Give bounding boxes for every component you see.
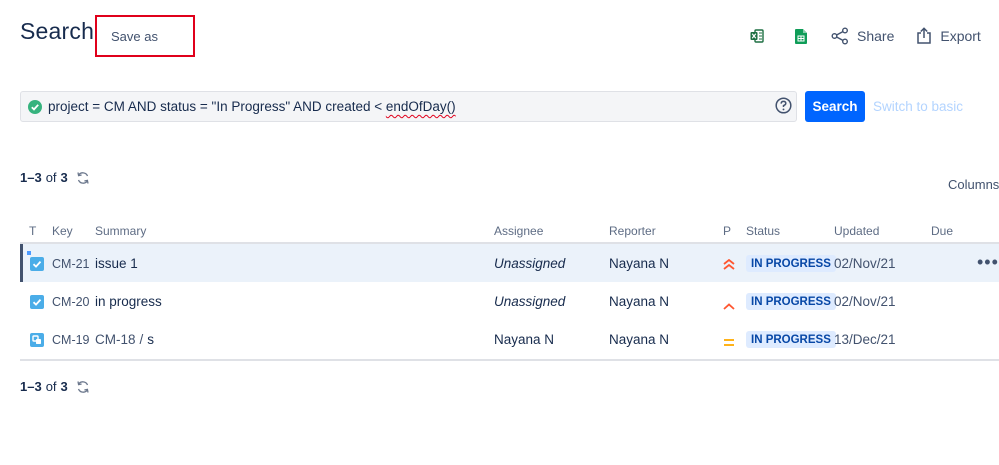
parent-separator: /: [139, 332, 144, 347]
results-range: 1–3: [20, 379, 42, 394]
results-of-label: of: [45, 379, 57, 394]
column-header-reporter[interactable]: Reporter: [609, 224, 656, 238]
updated-cell: 02/Nov/21: [834, 294, 896, 309]
results-count-bottom: 1–3 of 3: [20, 379, 90, 394]
page-title: Search: [20, 18, 95, 44]
priority-highest-icon: [723, 258, 735, 273]
column-header-updated[interactable]: Updated: [834, 224, 879, 238]
status-badge: IN PROGRESS: [746, 293, 836, 310]
refresh-icon[interactable]: [76, 380, 90, 394]
google-sheets-export-icon[interactable]: [795, 28, 807, 44]
export-button[interactable]: Export: [916, 27, 981, 45]
priority-medium-icon: [723, 335, 735, 350]
jql-query-text: project = CM AND status = "In Progress" …: [48, 99, 456, 114]
issue-summary-link[interactable]: s: [147, 332, 154, 347]
issue-summary-link[interactable]: issue 1: [95, 256, 138, 271]
column-header-status[interactable]: Status: [746, 224, 780, 238]
column-header-due[interactable]: Due: [931, 224, 953, 238]
column-header-priority[interactable]: P: [723, 224, 731, 238]
updated-cell: 02/Nov/21: [834, 256, 896, 271]
task-icon: [30, 295, 44, 312]
jql-query-prefix: project = CM AND status = "In Progress" …: [48, 99, 386, 114]
results-total: 3: [60, 170, 68, 185]
export-label: Export: [940, 28, 981, 44]
focus-marker: [27, 251, 31, 255]
valid-query-check-icon: [28, 99, 42, 114]
column-header-key[interactable]: Key: [52, 224, 73, 238]
row-actions-button[interactable]: •••: [977, 252, 999, 273]
results-of-label: of: [45, 170, 57, 185]
parent-issue-link[interactable]: CM-18: [95, 332, 136, 347]
jql-function-token: endOfDay(): [385, 99, 456, 114]
issue-summary-link[interactable]: in progress: [95, 294, 162, 309]
results-range: 1–3: [20, 170, 42, 185]
status-badge: IN PROGRESS: [746, 331, 836, 348]
columns-button[interactable]: Columns: [948, 177, 999, 192]
column-header-type[interactable]: T: [29, 224, 36, 238]
top-actions: Share Export: [750, 24, 981, 48]
issue-key-link[interactable]: CM-21: [52, 257, 90, 271]
assignee-cell: Unassigned: [494, 294, 566, 309]
table-row[interactable]: CM-19 CM-18/s Nayana N Nayana N IN PROGR…: [20, 320, 999, 358]
excel-export-icon[interactable]: [750, 29, 764, 43]
subtask-icon: [30, 333, 44, 350]
switch-to-basic-link[interactable]: Switch to basic: [873, 99, 963, 114]
results-total: 3: [60, 379, 68, 394]
column-header-summary[interactable]: Summary: [95, 224, 146, 238]
assignee-cell: Nayana N: [494, 332, 555, 347]
save-as-button[interactable]: Save as: [95, 15, 195, 57]
table-row[interactable]: CM-20 in progress Unassigned Nayana N IN…: [20, 282, 999, 320]
assignee-cell: Unassigned: [494, 256, 566, 271]
issue-key-link[interactable]: CM-19: [52, 333, 90, 347]
reporter-cell: Nayana N: [609, 256, 670, 271]
results-count-top: 1–3 of 3: [20, 170, 90, 185]
export-icon: [917, 27, 932, 44]
refresh-icon[interactable]: [76, 171, 90, 185]
share-label: Share: [857, 28, 895, 44]
table-bottom-divider: [20, 359, 999, 361]
column-header-assignee[interactable]: Assignee: [494, 224, 543, 238]
share-button[interactable]: Share: [831, 27, 894, 45]
table-row[interactable]: CM-21 issue 1 Unassigned Nayana N IN PRO…: [20, 244, 999, 282]
issue-summary-cell: CM-18/s: [95, 332, 154, 347]
search-button[interactable]: Search: [805, 91, 865, 122]
priority-high-icon: [723, 298, 735, 313]
reporter-cell: Nayana N: [609, 332, 670, 347]
updated-cell: 13/Dec/21: [834, 332, 896, 347]
task-icon: [30, 257, 44, 274]
jql-input[interactable]: project = CM AND status = "In Progress" …: [20, 91, 797, 122]
selected-row-indicator: [20, 244, 23, 282]
issue-key-link[interactable]: CM-20: [52, 295, 90, 309]
reporter-cell: Nayana N: [609, 294, 670, 309]
share-icon: [831, 27, 848, 45]
status-badge: IN PROGRESS: [746, 255, 836, 272]
help-icon[interactable]: [775, 97, 792, 117]
